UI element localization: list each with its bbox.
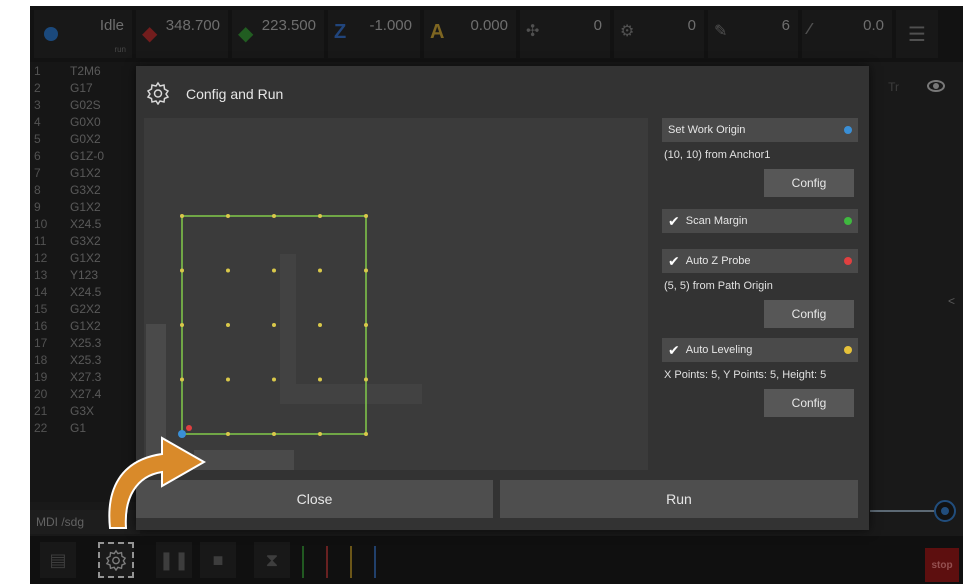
set-work-origin-option[interactable]: Set Work Origin xyxy=(662,118,858,142)
auto-leveling-config-button[interactable]: Config xyxy=(764,389,854,417)
probe-point xyxy=(226,432,230,436)
probe-point xyxy=(272,432,276,436)
run-button[interactable]: Run xyxy=(500,480,858,518)
probe-point xyxy=(364,268,368,273)
probe-point xyxy=(180,268,184,273)
auto-z-probe-desc: (5, 5) from Path Origin xyxy=(664,280,773,292)
probe-point xyxy=(226,214,230,218)
probe-point xyxy=(272,214,276,218)
auto-z-probe-option[interactable]: ✔ Auto Z Probe xyxy=(662,249,858,273)
toolpath-preview xyxy=(144,118,648,470)
probe-point xyxy=(226,323,230,327)
probe-point xyxy=(364,432,368,436)
work-origin-config-button[interactable]: Config xyxy=(764,169,854,197)
work-origin-desc: (10, 10) from Anchor1 xyxy=(664,149,771,161)
set-work-origin-label: Set Work Origin xyxy=(668,124,746,136)
config-run-dialog: Config and Run Set Work Origin (10, 10) … xyxy=(136,66,869,530)
hint-arrow-icon xyxy=(108,436,207,529)
probe-point xyxy=(364,377,368,382)
probe-point xyxy=(318,377,322,382)
scan-margin-option[interactable]: ✔ Scan Margin xyxy=(662,209,858,233)
preview-canvas xyxy=(146,214,422,470)
probe-point xyxy=(318,432,322,436)
probe-point xyxy=(364,214,368,218)
auto-leveling-desc: X Points: 5, Y Points: 5, Height: 5 xyxy=(664,369,827,381)
probe-point xyxy=(180,214,184,218)
path-shape-horizontal xyxy=(280,384,422,404)
auto-z-probe-label: Auto Z Probe xyxy=(685,255,751,267)
scan-margin-check-icon[interactable]: ✔ xyxy=(668,213,680,230)
probe-point xyxy=(272,268,276,273)
auto-leveling-option[interactable]: ✔ Auto Leveling xyxy=(662,338,858,362)
probe-point xyxy=(364,323,368,327)
probe-point xyxy=(180,377,184,382)
scan-margin-color-dot xyxy=(844,217,852,225)
dialog-title: Config and Run xyxy=(186,86,284,102)
auto-leveling-color-dot xyxy=(844,346,852,354)
probe-point xyxy=(226,268,230,273)
auto-leveling-label: Auto Leveling xyxy=(685,344,753,356)
auto-leveling-check-icon[interactable]: ✔ xyxy=(668,342,680,359)
options-panel: Set Work Origin (10, 10) from Anchor1 Co… xyxy=(662,118,858,417)
path-shape-vertical xyxy=(280,254,296,404)
probe-point xyxy=(318,323,322,327)
work-origin-color-dot xyxy=(844,126,852,134)
auto-z-probe-check-icon[interactable]: ✔ xyxy=(668,253,680,270)
auto-z-probe-color-dot xyxy=(844,257,852,265)
probe-point xyxy=(272,323,276,327)
probe-point xyxy=(226,377,230,382)
probe-point xyxy=(318,214,322,218)
scan-margin-label: Scan Margin xyxy=(685,215,748,227)
auto-z-probe-config-button[interactable]: Config xyxy=(764,300,854,328)
gear-icon xyxy=(146,81,170,105)
probe-point xyxy=(318,268,322,273)
probe-point xyxy=(180,323,184,327)
probe-point xyxy=(272,377,276,382)
